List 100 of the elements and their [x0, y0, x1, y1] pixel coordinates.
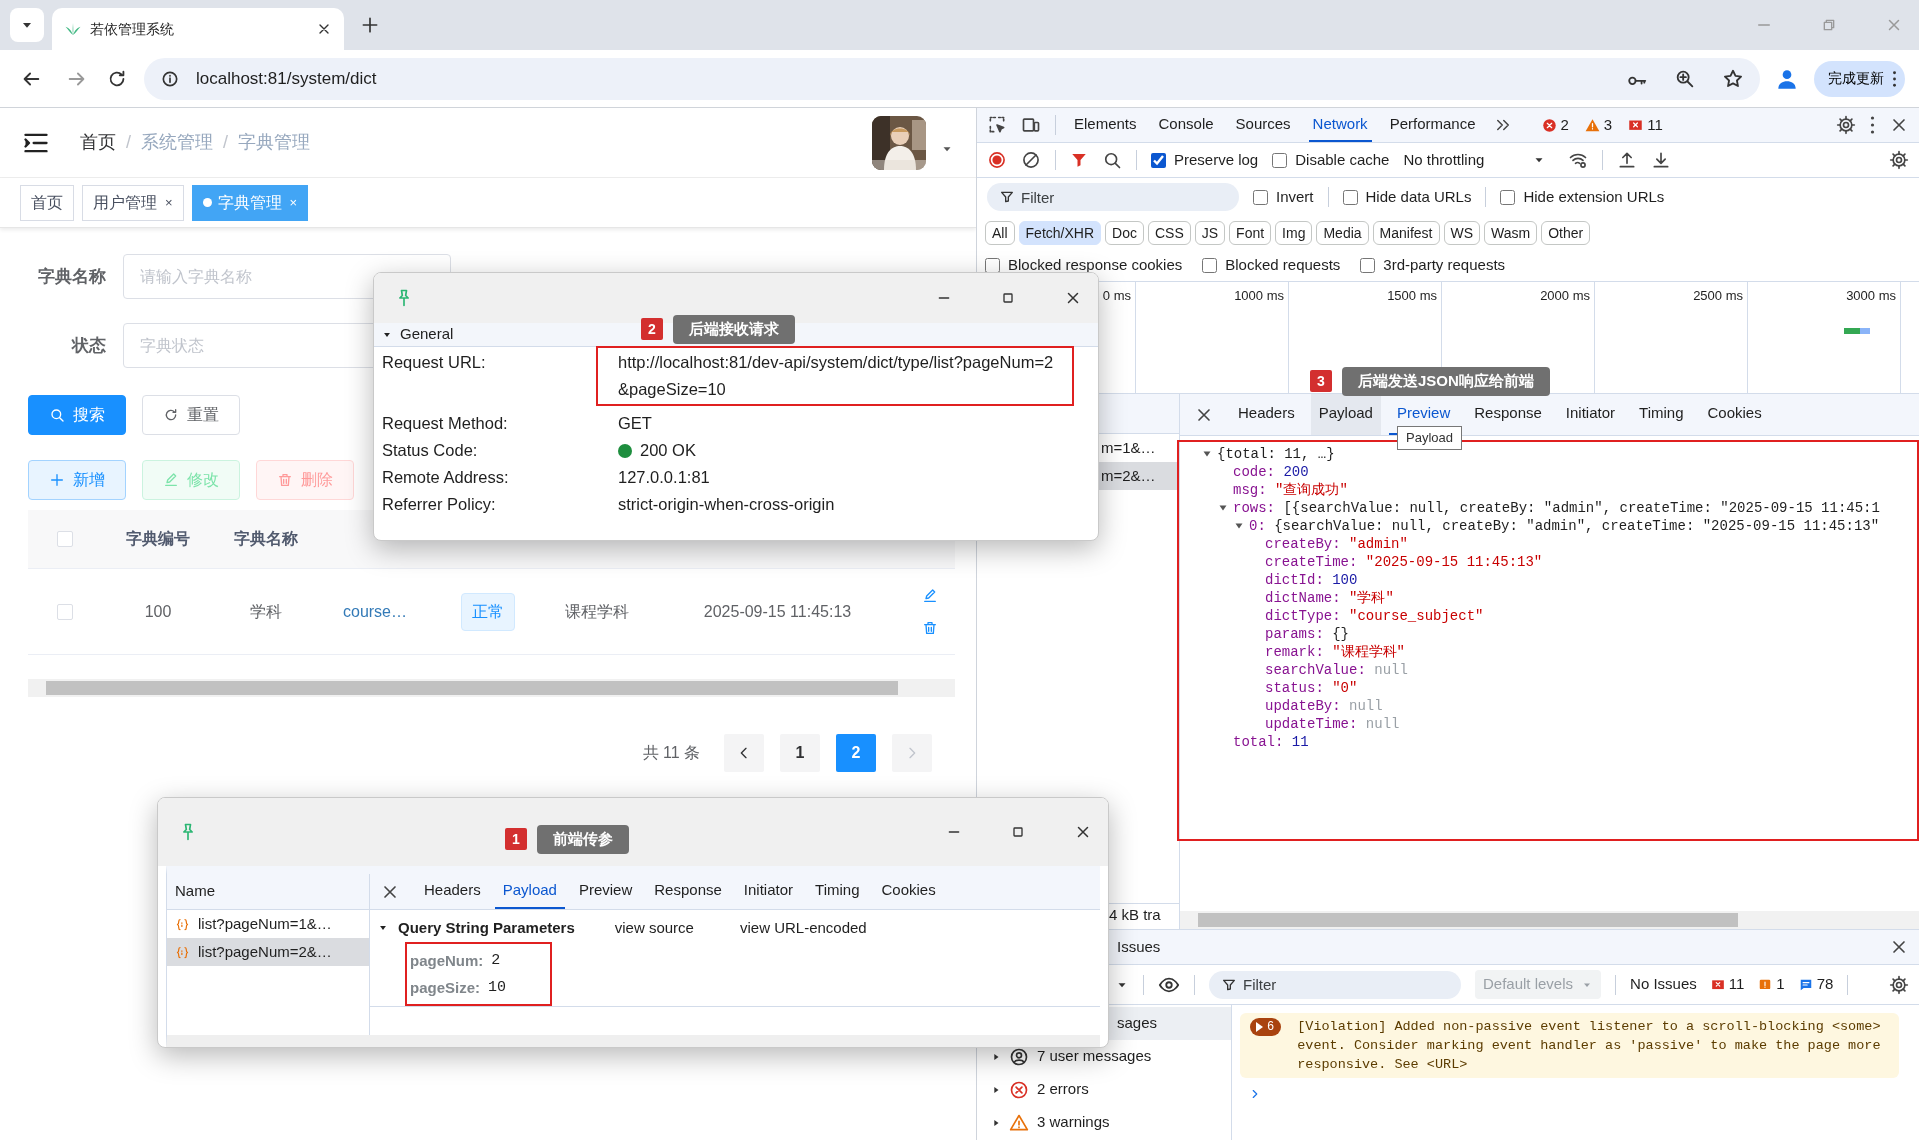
checkbox[interactable]	[1151, 152, 1166, 168]
type-filter-chip[interactable]: Manifest	[1372, 221, 1440, 245]
detail-tab[interactable]: Headers	[416, 874, 489, 909]
detail-tab[interactable]: Payload	[494, 874, 565, 909]
star-icon[interactable]	[1722, 67, 1744, 90]
section-title[interactable]: General	[400, 323, 454, 346]
field-label: Remote Address:	[382, 467, 510, 488]
edit-icon[interactable]	[922, 587, 938, 604]
checkbox[interactable]	[985, 258, 1000, 273]
drawer-tab[interactable]: Issues	[1117, 935, 1161, 959]
page-button[interactable]: 1	[780, 734, 820, 772]
checkbox[interactable]	[57, 531, 73, 547]
field-label: 字典名称	[37, 265, 106, 288]
detail-tab[interactable]: Response	[646, 874, 730, 909]
type-filter-chip[interactable]: CSS	[1147, 221, 1191, 245]
devtools-tab[interactable]: Performance	[1385, 108, 1480, 142]
error-icon[interactable]	[1710, 977, 1725, 992]
maximize-icon[interactable]	[1010, 824, 1026, 840]
more-icon[interactable]	[1870, 115, 1875, 135]
devtools-tab[interactable]: Console	[1154, 108, 1218, 142]
detail-tab[interactable]: Cookies	[873, 874, 944, 909]
checkbox[interactable]	[57, 603, 73, 620]
type-filter-chip[interactable]: Media	[1316, 221, 1369, 245]
settings-icon[interactable]	[1836, 115, 1856, 135]
expand-right-icon[interactable]	[991, 1051, 1001, 1062]
devtools-tab[interactable]: Elements	[1070, 108, 1141, 142]
number-badge: 3	[1310, 370, 1332, 393]
browser-tab[interactable]: 若依管理系统	[52, 8, 344, 50]
detail-tab[interactable]: Cookies	[1699, 394, 1770, 435]
sidebar-item[interactable]: sages	[1117, 1012, 1158, 1035]
detail-tab[interactable]: Preview	[570, 874, 641, 909]
page-tab[interactable]: 用户管理 ×	[82, 184, 184, 221]
section-title[interactable]: Query String Parameters	[398, 916, 575, 940]
dict-type-link[interactable]: course…	[343, 602, 407, 620]
view-link[interactable]: view URL-encoded	[739, 916, 867, 940]
filter-field[interactable]: Filter	[987, 183, 1239, 211]
new-tab-icon[interactable]	[360, 15, 380, 35]
warning-icon[interactable]	[1758, 977, 1773, 992]
checkbox[interactable]	[1272, 152, 1288, 168]
detail-tab[interactable]: Timing	[1631, 394, 1692, 435]
maximize-icon[interactable]	[1000, 290, 1016, 306]
message-icon[interactable]	[1798, 977, 1813, 992]
filter-icon	[999, 189, 1015, 205]
filter-field[interactable]: Filter	[1209, 970, 1461, 999]
sidebar-item[interactable]: 7 user messages	[1037, 1045, 1152, 1068]
checkbox[interactable]	[1253, 189, 1268, 205]
type-filter-chip[interactable]: Doc	[1105, 221, 1144, 245]
reset-button[interactable]: 重置	[142, 395, 240, 435]
settings-icon[interactable]	[1889, 974, 1909, 995]
devtools-tab[interactable]: Sources	[1231, 108, 1295, 142]
detail-tab[interactable]: Initiator	[1557, 394, 1624, 435]
page-tab[interactable]: 首页	[20, 184, 74, 221]
breadcrumb-link[interactable]: 首页	[80, 129, 116, 156]
tab-close-button[interactable]: ×	[165, 192, 173, 213]
checkbox[interactable]	[1500, 189, 1516, 205]
type-filter-chip[interactable]: WS	[1443, 221, 1481, 245]
expand-right-icon[interactable]	[991, 1084, 1001, 1095]
type-filter-chip[interactable]: Wasm	[1484, 221, 1538, 245]
type-filter-chip[interactable]: All	[985, 221, 1015, 245]
horizontal-scrollbar[interactable]	[28, 679, 955, 697]
warning-icon[interactable]	[1584, 117, 1600, 133]
field-label: Referrer Policy:	[382, 494, 497, 515]
trash-icon[interactable]	[922, 619, 938, 636]
detail-tab[interactable]: Headers	[1230, 394, 1303, 435]
device-icon[interactable]	[1021, 115, 1041, 135]
option-label: Preserve log	[1174, 149, 1259, 170]
status-tag: 正常	[461, 592, 515, 631]
sidebar-item[interactable]: 2 errors	[1037, 1078, 1089, 1101]
horizontal-scrollbar[interactable]	[1180, 911, 1919, 929]
json-line: code: 200	[1233, 463, 1309, 481]
error-icon	[1009, 1079, 1029, 1100]
detail-tab[interactable]: Payload	[1310, 394, 1381, 435]
error-icon[interactable]	[1541, 117, 1557, 133]
type-filter-chip[interactable]: Other	[1541, 221, 1591, 245]
braces-icon	[175, 916, 190, 932]
filter-icon[interactable]	[1070, 151, 1088, 169]
detail-tab[interactable]: Response	[1466, 394, 1550, 435]
type-filter-chip[interactable]: Img	[1275, 221, 1313, 245]
type-filter-chip[interactable]: Font	[1229, 221, 1272, 245]
settings-icon[interactable]	[1889, 150, 1909, 170]
checkbox[interactable]	[1202, 258, 1218, 273]
update-button[interactable]: 完成更新	[1814, 60, 1905, 97]
detail-tab[interactable]: Timing	[807, 874, 868, 909]
count-text: 11	[1728, 974, 1745, 995]
checkbox[interactable]	[1342, 189, 1358, 205]
clear-icon[interactable]	[1021, 150, 1041, 170]
search-icon[interactable]	[1102, 150, 1122, 170]
breadcrumb-item: 字典管理	[238, 131, 311, 154]
throttling-select[interactable]: No throttling	[1403, 148, 1547, 172]
address-bar[interactable]: localhost:81/system/dict	[144, 57, 1760, 100]
stop-recording-icon[interactable]	[987, 150, 1007, 170]
checkbox[interactable]	[1360, 258, 1376, 273]
detail-tab[interactable]: Initiator	[735, 874, 802, 909]
inspect-icon[interactable]	[987, 115, 1007, 135]
expand-right-icon[interactable]	[991, 1117, 1001, 1128]
sidebar-item[interactable]: 3 warnings	[1037, 1111, 1110, 1134]
type-filter-chip[interactable]: JS	[1194, 221, 1226, 245]
request-name[interactable]: list?pageNum=1&…	[198, 910, 332, 938]
view-link[interactable]: view source	[614, 916, 694, 940]
type-filter-chip[interactable]: Fetch/XHR	[1018, 221, 1102, 245]
